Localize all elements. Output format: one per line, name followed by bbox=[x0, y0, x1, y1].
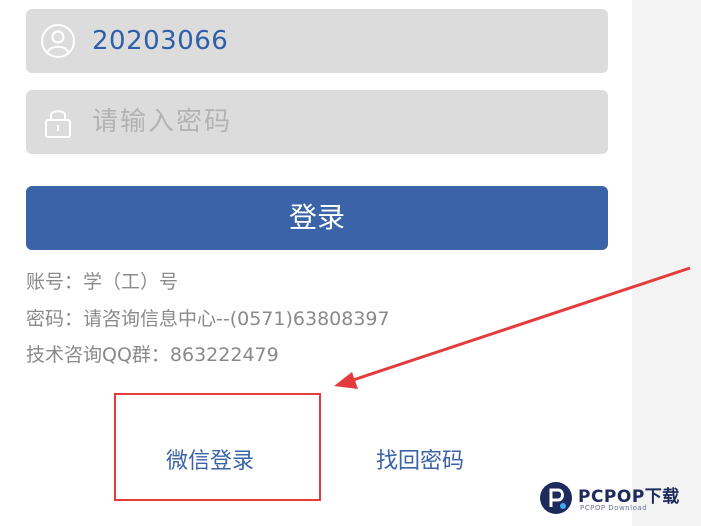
watermark-subtitle: PCPOP Download bbox=[580, 504, 648, 512]
pcpop-logo-icon bbox=[538, 480, 574, 516]
watermark: PCPOP下载 PCPOP Download bbox=[538, 478, 698, 520]
annotation-arrow bbox=[334, 266, 691, 389]
